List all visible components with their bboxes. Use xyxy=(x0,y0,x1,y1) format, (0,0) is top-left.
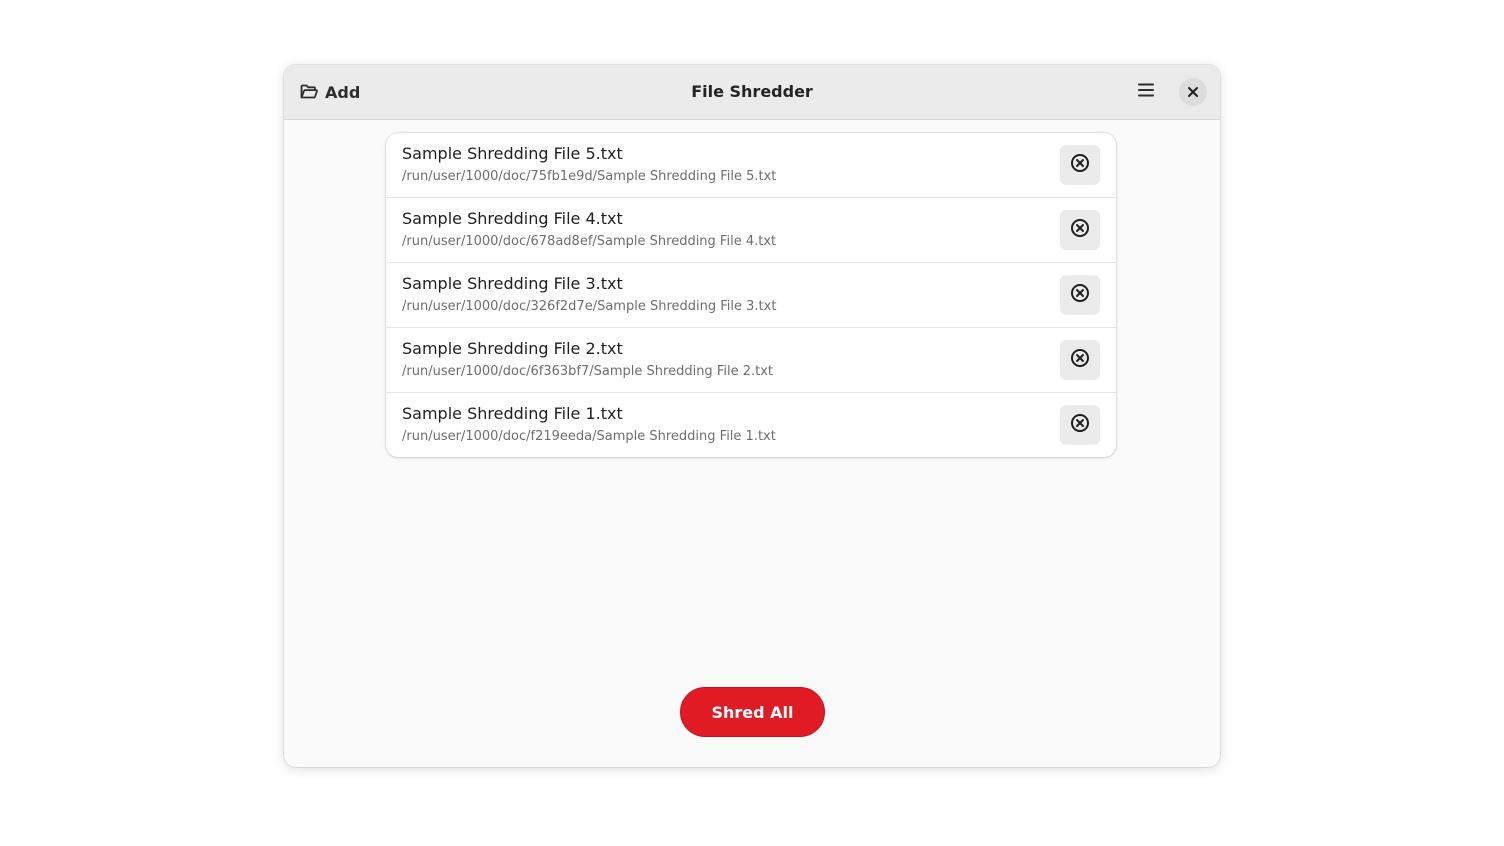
remove-file-button[interactable] xyxy=(1060,145,1100,185)
file-row: Sample Shredding File 5.txt /run/user/10… xyxy=(386,133,1116,198)
app-window: Add File Shredder Sample Shredding File … xyxy=(284,65,1220,767)
file-row: Sample Shredding File 3.txt /run/user/10… xyxy=(386,263,1116,328)
headerbar: Add File Shredder xyxy=(284,65,1220,120)
file-row: Sample Shredding File 2.txt /run/user/10… xyxy=(386,328,1116,393)
window-close-button[interactable] xyxy=(1179,78,1207,106)
remove-file-button[interactable] xyxy=(1060,405,1100,445)
file-row: Sample Shredding File 4.txt /run/user/10… xyxy=(386,198,1116,263)
remove-circle-icon xyxy=(1070,413,1090,437)
remove-circle-icon xyxy=(1070,218,1090,242)
remove-file-button[interactable] xyxy=(1060,340,1100,380)
folder-open-icon xyxy=(300,84,318,100)
window-title: File Shredder xyxy=(691,82,813,101)
file-path: /run/user/1000/doc/6f363bf7/Sample Shred… xyxy=(402,364,773,379)
file-row: Sample Shredding File 1.txt /run/user/10… xyxy=(386,393,1116,457)
file-path: /run/user/1000/doc/f219eeda/Sample Shred… xyxy=(402,429,776,444)
file-path: /run/user/1000/doc/326f2d7e/Sample Shred… xyxy=(402,299,777,314)
main-menu-button[interactable] xyxy=(1129,76,1163,108)
file-path: /run/user/1000/doc/75fb1e9d/Sample Shred… xyxy=(402,169,777,184)
remove-circle-icon xyxy=(1070,348,1090,372)
file-name: Sample Shredding File 1.txt xyxy=(402,404,623,423)
file-path: /run/user/1000/doc/678ad8ef/Sample Shred… xyxy=(402,234,777,249)
file-name: Sample Shredding File 2.txt xyxy=(402,339,623,358)
remove-file-button[interactable] xyxy=(1060,210,1100,250)
add-button-label: Add xyxy=(325,82,361,102)
remove-circle-icon xyxy=(1070,283,1090,307)
hamburger-menu-icon xyxy=(1137,82,1155,102)
remove-circle-icon xyxy=(1070,153,1090,177)
add-button[interactable]: Add xyxy=(292,76,368,108)
close-icon xyxy=(1187,83,1199,102)
file-name: Sample Shredding File 3.txt xyxy=(402,274,623,293)
file-list: Sample Shredding File 5.txt /run/user/10… xyxy=(386,133,1116,457)
file-name: Sample Shredding File 5.txt xyxy=(402,144,623,163)
shred-all-button[interactable]: Shred All xyxy=(680,687,825,737)
file-name: Sample Shredding File 4.txt xyxy=(402,209,623,228)
remove-file-button[interactable] xyxy=(1060,275,1100,315)
